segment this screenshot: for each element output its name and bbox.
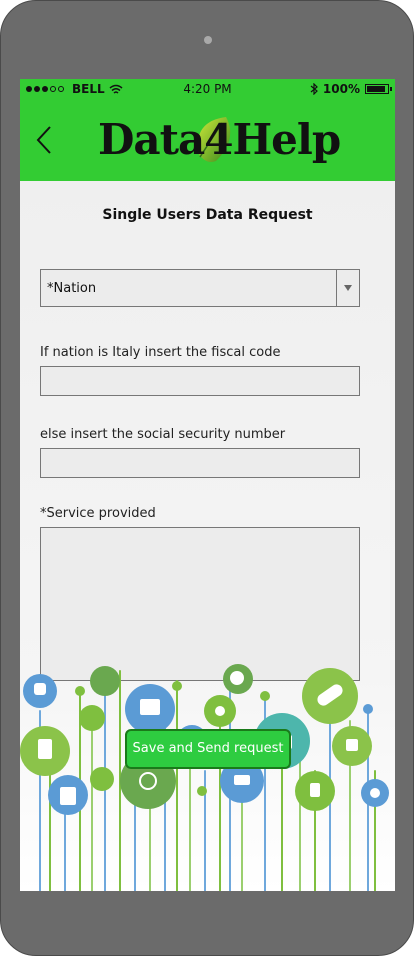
nation-select[interactable]: *Nation: [40, 269, 360, 307]
status-bar: BELL 4:20 PM 100%: [20, 79, 395, 101]
phone-frame: BELL 4:20 PM 100% Data4Help Single Users…: [0, 0, 414, 956]
battery-percent: 100%: [322, 82, 360, 96]
status-right: 100%: [310, 82, 392, 96]
service-label: *Service provided: [40, 506, 156, 521]
fiscal-code-input[interactable]: [40, 366, 360, 396]
nav-header: Data4Help: [20, 101, 395, 181]
camera-dot: [204, 36, 212, 44]
ssn-label: else insert the social security number: [40, 427, 286, 442]
back-chevron-icon[interactable]: [32, 123, 56, 157]
dropdown-button[interactable]: [336, 270, 359, 306]
save-send-button[interactable]: Save and Send request: [125, 729, 291, 769]
fiscal-code-label: If nation is Italy insert the fiscal cod…: [40, 345, 281, 360]
nation-select-value: *Nation: [47, 281, 97, 296]
logo-text: Data4Help: [98, 115, 341, 164]
app-logo: Data4Help: [98, 113, 341, 171]
app-screen: BELL 4:20 PM 100% Data4Help Single Users…: [20, 79, 395, 891]
form-area: Single Users Data Request *Nation If nat…: [20, 181, 395, 891]
bluetooth-icon: [310, 83, 318, 95]
dropdown-arrow-icon: [344, 285, 352, 291]
medical-illustration: [20, 664, 389, 891]
battery-icon: [365, 84, 392, 94]
ssn-input[interactable]: [40, 448, 360, 478]
page-title: Single Users Data Request: [102, 207, 313, 223]
